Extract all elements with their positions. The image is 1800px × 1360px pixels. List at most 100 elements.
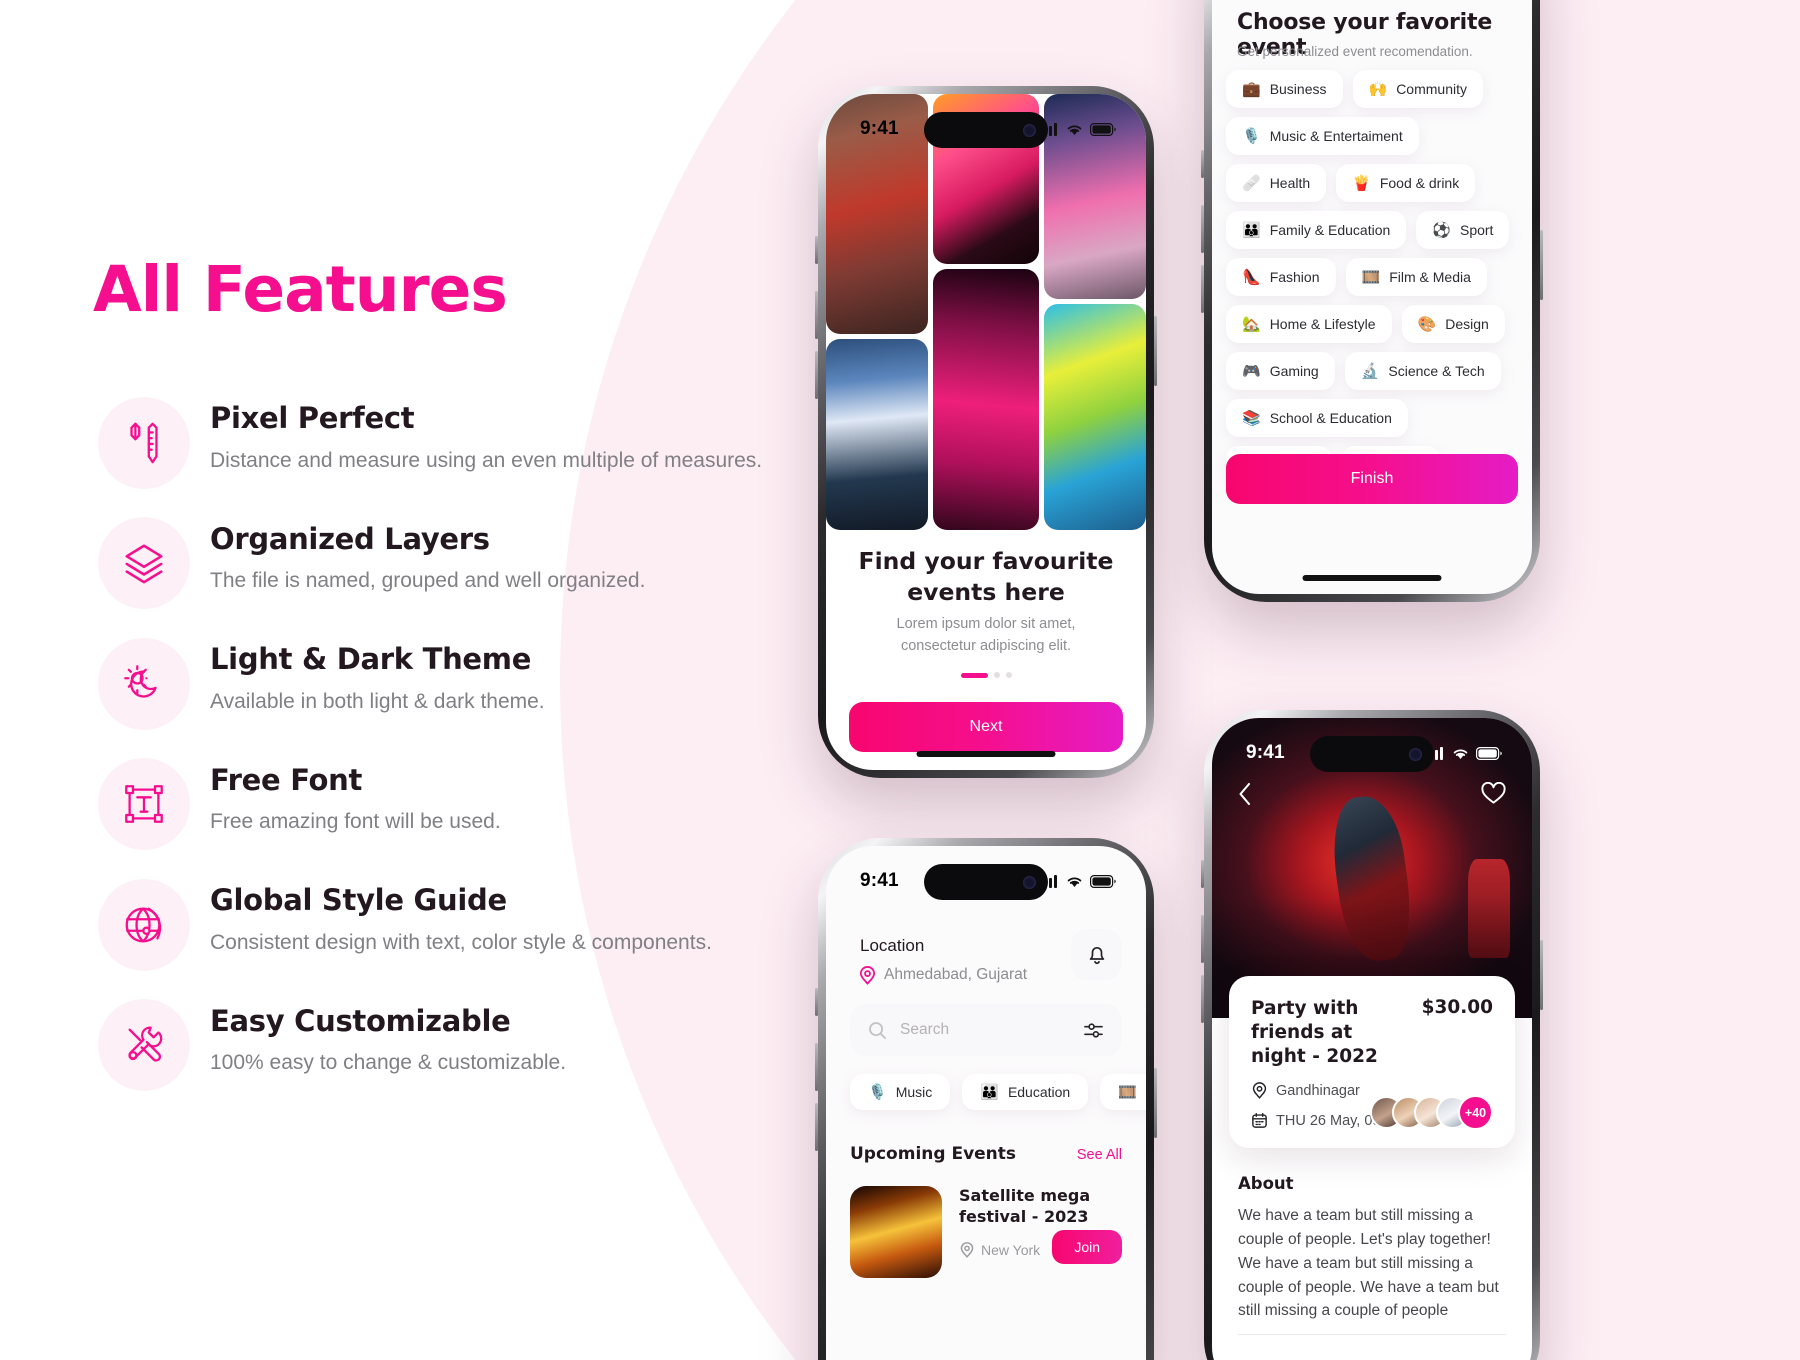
category-chip-fashion[interactable]: 👠 Fashion — [1226, 258, 1336, 296]
chip-label: Science & Tech — [1388, 363, 1485, 379]
feature-icon-wrap — [93, 636, 194, 731]
attendee-avatars[interactable]: +40 — [1370, 1095, 1493, 1131]
status-icons — [1039, 122, 1116, 136]
finish-button[interactable]: Finish — [1226, 454, 1518, 504]
collage-photo-club — [933, 269, 1039, 530]
chip-label: Design — [1445, 316, 1489, 332]
phone-mockup-onboarding: 9:41 Find your favourite events here Lor… — [815, 86, 1157, 778]
category-chip-film-media[interactable]: 🎞️ Film & Media — [1345, 258, 1487, 296]
home-chip-education[interactable]: 👪 Education — [962, 1074, 1089, 1110]
feature-text: Light & Dark Theme Available in both lig… — [194, 636, 545, 715]
volume-down-button — [1201, 265, 1204, 313]
tools-icon — [97, 999, 190, 1091]
feature-text: Organized Layers The file is named, grou… — [194, 516, 645, 595]
event-price: $30.00 — [1421, 997, 1493, 1018]
event-summary-card: Party with friends at night - 2022 $30.0… — [1229, 976, 1515, 1149]
heart-icon[interactable] — [1481, 782, 1506, 805]
chip-emoji-icon: 👪 — [980, 1083, 999, 1101]
notifications-button[interactable] — [1071, 929, 1122, 980]
chip-emoji-icon: 🔬 — [1360, 362, 1380, 380]
feature-description: Distance and measure using an even multi… — [210, 448, 763, 472]
feature-title: Free Font — [210, 762, 363, 797]
front-camera-icon — [1023, 875, 1036, 889]
event-name: Satellite mega festival - 2023 — [959, 1186, 1091, 1226]
chip-label: School & Education — [1269, 410, 1392, 426]
feature-icon-wrap — [93, 395, 194, 490]
filter-icon[interactable] — [1083, 1021, 1104, 1040]
phone-mockup-home: 9:41 Location Ahmedabad, Gujarat Search … — [815, 838, 1157, 1360]
chip-emoji-icon: 🩹 — [1242, 174, 1261, 192]
feature-item-easy-customizable: Easy Customizable 100% easy to change & … — [93, 998, 853, 1093]
pagination-dot-active[interactable] — [960, 672, 988, 678]
chip-emoji-icon: 🍟 — [1352, 174, 1371, 192]
mute-switch — [815, 988, 818, 1016]
chip-label: Education — [1007, 1084, 1071, 1100]
layers-icon — [97, 517, 190, 609]
category-chip-food-drink[interactable]: 🍟 Food & drink — [1336, 164, 1476, 202]
event-thumbnail — [850, 1186, 942, 1278]
search-bar[interactable]: Search — [850, 1004, 1122, 1056]
event-location-text: New York — [981, 1241, 1041, 1258]
section-divider — [1238, 1334, 1506, 1335]
status-time: 9:41 — [860, 118, 899, 139]
battery-icon — [1090, 122, 1116, 136]
feature-description: The file is named, grouped and well orga… — [210, 569, 646, 593]
feature-item-free-font: Free Font Free amazing font will be used… — [93, 757, 853, 852]
category-chip-science-tech[interactable]: 🔬 Science & Tech — [1344, 352, 1501, 390]
chip-emoji-icon: 🎞️ — [1118, 1083, 1137, 1101]
category-chip-school-education[interactable]: 📚 School & Education — [1226, 399, 1408, 437]
attendees-overflow-badge[interactable]: +40 — [1458, 1095, 1493, 1131]
volume-down-button — [1201, 975, 1204, 1023]
search-input[interactable]: Search — [900, 1021, 1070, 1039]
hero-dj-figure — [1468, 859, 1510, 958]
chip-label: Sport — [1459, 222, 1494, 238]
feature-text: Easy Customizable 100% easy to change & … — [194, 998, 566, 1077]
volume-up-button — [815, 291, 818, 339]
next-button[interactable]: Next — [849, 702, 1123, 752]
bell-icon — [1089, 946, 1104, 965]
join-button[interactable]: Join — [1052, 1230, 1122, 1264]
category-chip-business[interactable]: 💼 Business — [1226, 70, 1343, 108]
volume-up-button — [1201, 205, 1204, 253]
category-chip-family-education[interactable]: 👪 Family & Education — [1226, 211, 1407, 249]
category-chip-health[interactable]: 🩹 Health — [1226, 164, 1327, 202]
feature-text: Free Font Free amazing font will be used… — [194, 757, 501, 836]
category-chip-community[interactable]: 🙌 Community — [1352, 70, 1483, 108]
onboarding-screen: 9:41 Find your favourite events here Lor… — [826, 94, 1146, 770]
chip-emoji-icon: ⚽ — [1432, 221, 1451, 239]
onboarding-title: Find your favourite events here — [858, 547, 1114, 607]
see-all-link[interactable]: See All — [1077, 1147, 1122, 1163]
event-card-header: Party with friends at night - 2022 $30.0… — [1251, 997, 1493, 1069]
home-chip-music[interactable]: 🎙️ Music — [850, 1074, 951, 1110]
location-value[interactable]: Ahmedabad, Gujarat — [884, 966, 1027, 984]
volume-down-button — [815, 351, 818, 399]
category-chip-music-entertaiment[interactable]: 🎙️ Music & Entertaiment — [1226, 117, 1419, 155]
pagination-dots[interactable] — [826, 672, 1146, 678]
event-info: Satellite mega festival - 2023 New York … — [959, 1186, 1122, 1278]
category-chip-home-lifestyle[interactable]: 🏡 Home & Lifestyle — [1226, 305, 1392, 343]
category-chip-gaming[interactable]: 🎮 Gaming — [1226, 352, 1335, 390]
dynamic-island — [924, 864, 1048, 900]
category-chip-sport[interactable]: ⚽ Sport — [1416, 211, 1510, 249]
feature-title: Light & Dark Theme — [210, 642, 532, 676]
detail-top-actions — [1212, 782, 1532, 806]
back-chevron-icon[interactable] — [1238, 782, 1251, 806]
pagination-dot[interactable] — [993, 672, 1000, 678]
category-subtitle: Get personalized event recomendation. — [1237, 44, 1473, 59]
chip-label: Gaming — [1269, 363, 1319, 379]
chip-label: Health — [1269, 175, 1311, 191]
category-chip-design[interactable]: 🎨 Design — [1401, 305, 1505, 343]
status-time: 9:41 — [1246, 742, 1285, 763]
feature-title: Organized Layers — [210, 521, 490, 556]
category-chip-list: 💼 Business 🙌 Community 🎙️ Music & Entertaimen… — [1226, 70, 1518, 484]
home-chip-film[interactable]: 🎞️Film & — [1100, 1074, 1146, 1110]
location-pin-icon — [858, 966, 877, 990]
front-camera-icon — [1023, 123, 1036, 137]
chip-emoji-icon: 🎨 — [1417, 315, 1437, 333]
home-indicator[interactable] — [916, 751, 1056, 757]
pagination-dot[interactable] — [1005, 672, 1012, 678]
chip-label: Music & Entertaiment — [1269, 128, 1403, 144]
home-indicator[interactable] — [1302, 575, 1442, 581]
event-list-item[interactable]: Satellite mega festival - 2023 New York … — [850, 1186, 1122, 1278]
phone-mockup-event-detail: 9:41 Party with friends at night - 2022 … — [1201, 710, 1543, 1360]
